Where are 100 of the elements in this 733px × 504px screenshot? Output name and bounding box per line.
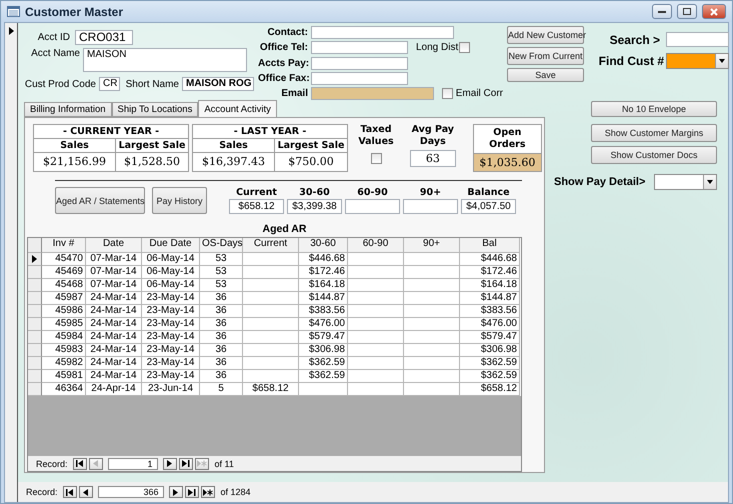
record-nav-button[interactable] — [184, 486, 199, 498]
action-button[interactable]: Pay History — [152, 187, 207, 214]
record-number-field[interactable]: 1 — [108, 458, 158, 470]
record-selector[interactable] — [5, 23, 18, 502]
new-record-icon — [196, 460, 207, 467]
table-cell — [348, 318, 404, 331]
search-field[interactable] — [666, 32, 729, 47]
table-cell — [404, 344, 460, 357]
column-header: Open Orders — [488, 126, 527, 152]
action-button[interactable]: Aged AR / Statements — [55, 187, 145, 214]
row-selector[interactable] — [28, 253, 42, 266]
input-field[interactable]: 63 — [410, 150, 456, 167]
tab[interactable]: Billing Information — [24, 102, 112, 117]
summary-value: $21,156.99 — [34, 153, 116, 171]
input-field[interactable]: $3,399.38 — [287, 199, 342, 214]
table-cell: 45469 — [42, 266, 86, 279]
column-header: Current — [236, 187, 277, 199]
table-cell: $144.87 — [460, 292, 520, 305]
table-cell: 45985 — [42, 318, 86, 331]
record-number-field[interactable]: 366 — [98, 486, 164, 498]
record-nav-button[interactable] — [168, 486, 183, 498]
restore-button[interactable] — [677, 4, 697, 19]
table-cell: 36 — [200, 318, 243, 331]
table-cell: 45986 — [42, 305, 86, 318]
input-field[interactable] — [311, 41, 408, 54]
table-cell: $144.87 — [299, 292, 348, 305]
customer-dropdown[interactable] — [666, 53, 729, 69]
table-cell: 45983 — [42, 344, 86, 357]
table-cell: $172.46 — [460, 266, 520, 279]
input-field[interactable] — [311, 56, 408, 70]
table-cell: 24-Mar-14 — [86, 331, 142, 344]
table-cell — [243, 344, 299, 357]
input-field[interactable] — [403, 199, 458, 214]
table-cell: $383.56 — [299, 305, 348, 318]
column-header: Sales — [34, 139, 116, 153]
table-cell: $362.59 — [460, 370, 520, 383]
checkbox[interactable] — [442, 88, 453, 99]
input-field[interactable]: MAISON ROG — [182, 77, 254, 91]
table-cell — [348, 292, 404, 305]
table-cell: 24-Mar-14 — [86, 370, 142, 383]
field-label: Email — [280, 88, 308, 99]
table-cell: 06-May-14 — [142, 266, 200, 279]
table-cell: 23-May-14 — [142, 370, 200, 383]
column-header: 60-90 — [357, 187, 388, 199]
minimize-button[interactable] — [652, 4, 672, 19]
column-header: Taxed Values — [357, 124, 395, 148]
close-button[interactable] — [702, 4, 726, 19]
close-icon — [710, 8, 718, 16]
table-cell: 53 — [200, 253, 243, 266]
record-count: of 11 — [214, 458, 234, 468]
record-nav-button[interactable] — [178, 458, 193, 470]
table-cell: $446.68 — [299, 253, 348, 266]
input-field[interactable] — [311, 26, 454, 40]
table-cell: 46364 — [42, 383, 86, 396]
action-button[interactable]: Show Customer Margins — [591, 124, 717, 142]
table-cell: $476.00 — [460, 318, 520, 331]
table-cell: $164.18 — [460, 279, 520, 292]
input-field[interactable] — [311, 72, 408, 85]
action-button[interactable]: Add New Customer — [507, 26, 584, 44]
table-cell — [404, 279, 460, 292]
action-button[interactable]: Save — [507, 68, 584, 82]
record-nav-button[interactable] — [162, 458, 177, 470]
input-field[interactable]: $658.12 — [229, 199, 284, 214]
input-field[interactable]: $4,057.50 — [461, 199, 516, 214]
column-header: 30-60 — [299, 187, 330, 199]
record-nav-button[interactable] — [200, 486, 215, 498]
summary-value: $750.00 — [287, 154, 335, 170]
table-cell: $172.46 — [299, 266, 348, 279]
input-field[interactable]: MAISON — [83, 48, 247, 72]
input-field[interactable] — [345, 199, 400, 214]
table-cell — [348, 266, 404, 279]
input-field[interactable] — [311, 86, 434, 100]
table-cell: 45470 — [42, 253, 86, 266]
table-cell: $362.59 — [299, 357, 348, 370]
table-cell — [404, 357, 460, 370]
input-field[interactable]: CR — [99, 77, 120, 91]
checkbox-label: Long Dist — [416, 42, 456, 54]
table-cell: 24-Mar-14 — [86, 292, 142, 305]
table-cell — [243, 331, 299, 344]
record-nav-button[interactable] — [72, 458, 87, 470]
table-cell: 24-Mar-14 — [86, 344, 142, 357]
action-button[interactable]: Show Customer Docs — [591, 146, 717, 164]
checkbox[interactable] — [459, 42, 470, 54]
table-cell: $446.68 — [460, 253, 520, 266]
table-cell: 36 — [200, 344, 243, 357]
table-cell: 36 — [200, 331, 243, 344]
table-cell: $306.98 — [460, 344, 520, 357]
record-nav-button[interactable] — [78, 486, 93, 498]
action-button[interactable]: New From Current — [507, 47, 584, 65]
table-cell: $306.98 — [299, 344, 348, 357]
section-heading: - LAST YEAR - — [193, 125, 347, 139]
tab[interactable]: Ship To Locations — [112, 102, 198, 117]
checkbox[interactable] — [370, 153, 382, 164]
tab[interactable]: Account Activity — [198, 100, 277, 117]
record-nav-button[interactable] — [62, 486, 77, 498]
input-field[interactable]: CRO031 — [75, 30, 133, 45]
pay-detail-dropdown[interactable] — [654, 174, 717, 190]
action-button[interactable]: No 10 Envelope — [591, 101, 717, 117]
table-cell — [243, 253, 299, 266]
window-title: Customer Master — [25, 4, 124, 18]
